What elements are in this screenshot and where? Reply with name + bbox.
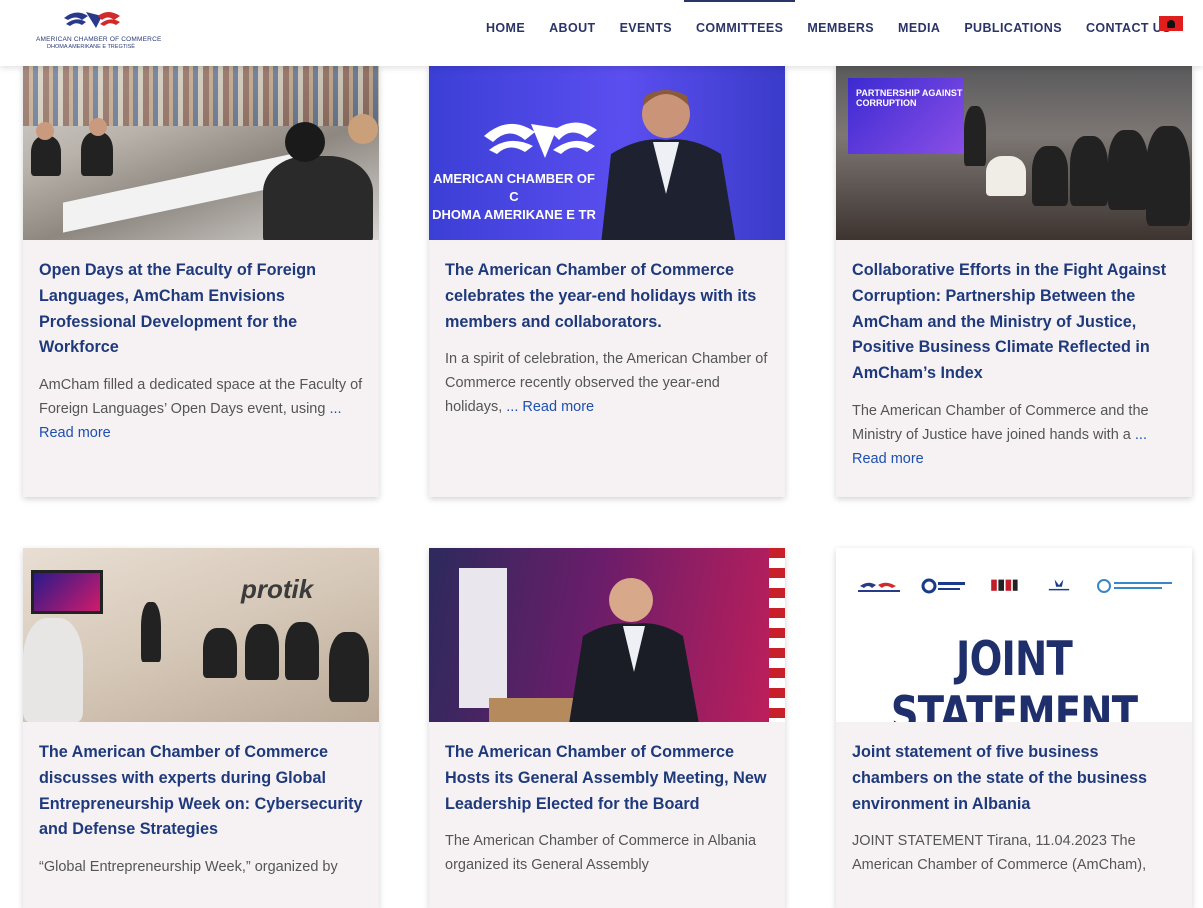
- person-figure: [1032, 146, 1068, 206]
- speaker-figure: [569, 578, 699, 722]
- person-figure: [285, 622, 319, 680]
- person-head: [89, 118, 107, 136]
- us-flag-decor: [769, 548, 785, 722]
- excerpt-text: JOINT STATEMENT Tirana, 11.04.2023 The A…: [852, 833, 1147, 874]
- diha-logo-icon: [991, 579, 1018, 591]
- person-figure: [329, 632, 369, 702]
- person-figure: [31, 136, 61, 176]
- person-figure: [1070, 136, 1108, 206]
- nav-media[interactable]: MEDIA: [886, 0, 952, 54]
- excerpt-text: AmCham filled a dedicated space at the F…: [39, 377, 363, 418]
- chamber-logo-icon: [1097, 579, 1172, 593]
- flag-eagle-icon: [1167, 19, 1175, 28]
- excerpt-text: The American Chamber of Commerce and the…: [852, 402, 1149, 443]
- banner-line-2: DHOMA AMERIKANE E TR: [432, 207, 596, 222]
- card-title[interactable]: Joint statement of five business chamber…: [852, 740, 1176, 817]
- news-card[interactable]: protik The American Chamber of Commerce …: [23, 548, 379, 908]
- site-header: AMERICAN CHAMBER OF COMMERCE DHOMA AMERI…: [0, 0, 1203, 66]
- person-figure: [245, 624, 279, 680]
- news-card[interactable]: Open Days at the Faculty of Foreign Lang…: [23, 66, 379, 497]
- protik-sign: protik: [241, 574, 314, 604]
- person-figure: [964, 106, 986, 166]
- person-figure: [1108, 130, 1148, 210]
- card-title[interactable]: The American Chamber of Commerce celebra…: [445, 258, 769, 335]
- logo-line-1: AMERICAN CHAMBER OF COMMERCE: [36, 36, 162, 43]
- presentation-screen: PARTNERSHIP AGAINST CORRUPTION: [848, 78, 964, 154]
- nav-members[interactable]: MEMBERS: [795, 0, 886, 54]
- card-image[interactable]: AMERICAN CHAMBER OF C DHOMA AMERIKANE E …: [429, 66, 785, 240]
- albania-flag-icon[interactable]: [1159, 16, 1183, 31]
- person-head: [285, 122, 325, 162]
- nav-committees[interactable]: COMMITTEES: [683, 0, 796, 54]
- card-title[interactable]: The American Chamber of Commerce discuss…: [39, 740, 363, 843]
- card-image[interactable]: [23, 66, 379, 240]
- nav-publications[interactable]: PUBLICATIONS: [952, 0, 1074, 54]
- amcham-logo-icon: [858, 582, 900, 592]
- excerpt-text: “Global Entrepreneurship Week,” organize…: [39, 859, 338, 876]
- card-title[interactable]: The American Chamber of Commerce Hosts i…: [445, 740, 769, 817]
- nav-home[interactable]: HOME: [474, 0, 537, 54]
- card-excerpt: AmCham filled a dedicated space at the F…: [39, 373, 363, 445]
- banner-text: AMERICAN CHAMBER OF C DHOMA AMERIKANE E …: [429, 170, 599, 224]
- screen-text: PARTNERSHIP AGAINST CORRUPTION: [856, 88, 963, 108]
- excerpt-text: In a spirit of celebration, the American…: [445, 351, 768, 416]
- news-card[interactable]: PARTNERSHIP AGAINST CORRUPTION Collabora…: [836, 66, 1192, 497]
- card-image[interactable]: JOINT STATEMENT: [836, 548, 1192, 722]
- card-title[interactable]: Open Days at the Faculty of Foreign Lang…: [39, 258, 363, 361]
- person-figure: [81, 132, 113, 176]
- cci-france-logo-icon: [921, 578, 965, 594]
- person-figure: [23, 618, 83, 722]
- partner-logos: [856, 574, 1176, 598]
- card-image[interactable]: [429, 548, 785, 722]
- joint-statement-heading: JOINT STATEMENT: [890, 632, 1138, 722]
- read-more-link[interactable]: ... Read more: [506, 399, 594, 415]
- person-figure: [263, 156, 373, 240]
- excerpt-text: The American Chamber of Commerce in Alba…: [445, 833, 757, 874]
- card-excerpt: JOINT STATEMENT Tirana, 11.04.2023 The A…: [852, 829, 1176, 877]
- card-excerpt: “Global Entrepreneurship Week,” organize…: [39, 855, 363, 879]
- person-figure: [986, 156, 1026, 196]
- person-figure: [141, 602, 161, 662]
- card-excerpt: In a spirit of celebration, the American…: [445, 347, 769, 419]
- news-card[interactable]: The American Chamber of Commerce Hosts i…: [429, 548, 785, 908]
- news-card[interactable]: JOINT STATEMENT Joint statement of five …: [836, 548, 1192, 908]
- banner-line-1: AMERICAN CHAMBER OF C: [433, 171, 595, 204]
- logo-line-2: DHOMA AMERIKANE E TREGTISË: [47, 44, 135, 50]
- nav-about[interactable]: ABOUT: [537, 0, 607, 54]
- confindustria-logo-icon: [1048, 579, 1070, 591]
- card-image[interactable]: PARTNERSHIP AGAINST CORRUPTION: [836, 66, 1192, 240]
- amcham-eagle-icon: [64, 12, 120, 28]
- bookshelf-decor: [23, 66, 379, 126]
- card-image[interactable]: protik: [23, 548, 379, 722]
- person-head: [348, 114, 378, 144]
- amcham-logo[interactable]: AMERICAN CHAMBER OF COMMERCE DHOMA AMERI…: [36, 6, 162, 50]
- card-title[interactable]: Collaborative Efforts in the Fight Again…: [852, 258, 1176, 387]
- person-head: [36, 122, 54, 140]
- main-nav: HOME ABOUT EVENTS COMMITTEES MEMBERS MED…: [474, 0, 1183, 66]
- person-figure: [1146, 126, 1190, 226]
- amcham-eagle-icon: [484, 122, 597, 158]
- card-excerpt: The American Chamber of Commerce and the…: [852, 399, 1176, 471]
- presentation-screen: [31, 570, 103, 614]
- news-card[interactable]: AMERICAN CHAMBER OF C DHOMA AMERIKANE E …: [429, 66, 785, 497]
- person-figure: [203, 628, 237, 678]
- banner-stand: [459, 568, 507, 708]
- card-excerpt: The American Chamber of Commerce in Alba…: [445, 829, 769, 877]
- speaker-figure: [601, 90, 736, 240]
- nav-events[interactable]: EVENTS: [608, 0, 684, 54]
